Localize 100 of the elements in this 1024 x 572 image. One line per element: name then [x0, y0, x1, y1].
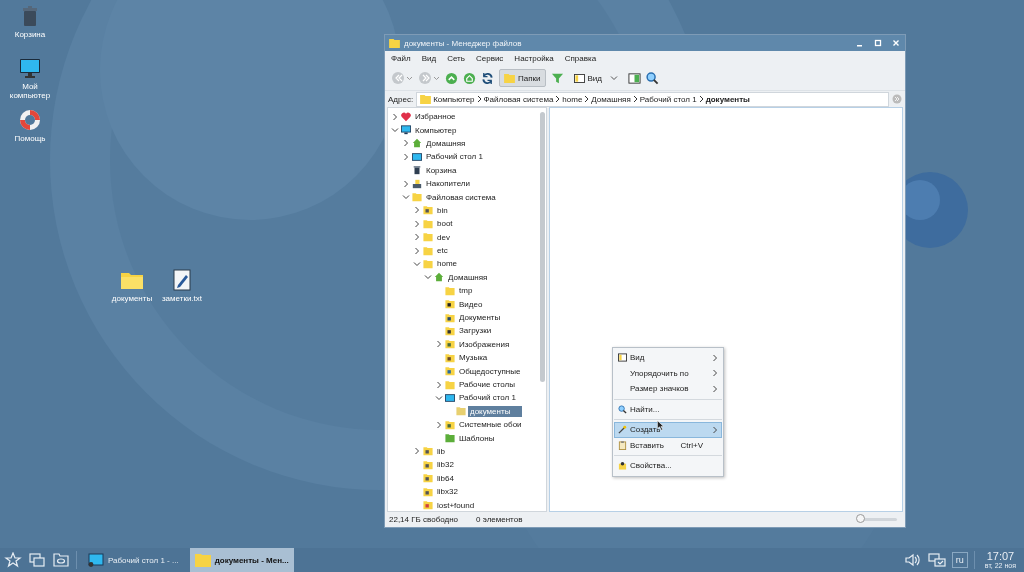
- view-icon: [573, 73, 585, 83]
- menu-item[interactable]: Размер значков: [614, 381, 722, 397]
- chevron-icon: [584, 95, 590, 103]
- path-segment[interactable]: Файловая система: [483, 94, 554, 104]
- path-segment[interactable]: документы: [705, 94, 750, 104]
- item-count-text: 0 элементов: [476, 515, 523, 524]
- folder-icon: [456, 406, 466, 417]
- close-icon[interactable]: [891, 38, 901, 48]
- path-segment[interactable]: Домашняя: [591, 94, 631, 104]
- house-icon: [412, 138, 422, 149]
- folder-eye-icon[interactable]: [52, 552, 70, 568]
- tree-item[interactable]: Компьютер: [413, 124, 459, 136]
- tree-item[interactable]: lib: [435, 445, 447, 457]
- tree-item[interactable]: libx32: [435, 486, 460, 498]
- search-button[interactable]: [646, 71, 659, 85]
- heart-icon: [401, 111, 411, 122]
- text-file-icon[interactable]: [170, 268, 194, 292]
- tree-item[interactable]: Избранное: [413, 111, 458, 123]
- tree-item[interactable]: Видео: [457, 298, 485, 310]
- taskbar-button[interactable]: документы - Мен...: [189, 548, 294, 572]
- folder-icon: [445, 339, 455, 350]
- language-indicator[interactable]: ru: [951, 552, 968, 568]
- tree-item[interactable]: lost+found: [435, 499, 477, 511]
- tree-item[interactable]: Рабочий стол 1: [424, 151, 485, 163]
- tree-item[interactable]: Рабочий стол 1: [457, 392, 518, 404]
- tree-item[interactable]: Музыка: [457, 352, 490, 364]
- tree-item[interactable]: документы: [468, 405, 523, 417]
- tree-item[interactable]: boot: [435, 218, 455, 230]
- menu-item[interactable]: Вставить Ctrl+V: [614, 437, 722, 453]
- tree-item[interactable]: lib32: [435, 459, 456, 471]
- menu-item[interactable]: Настройка: [514, 54, 554, 63]
- tree-item[interactable]: Корзина: [424, 164, 459, 176]
- up-button[interactable]: [445, 71, 458, 85]
- menu-item[interactable]: Создать: [614, 422, 722, 438]
- tree-item[interactable]: Накопители: [424, 178, 472, 190]
- tree-item[interactable]: home: [435, 258, 459, 270]
- folder-icon: [423, 459, 433, 470]
- folder-icon: [423, 486, 433, 497]
- menu-item[interactable]: Сеть: [447, 54, 465, 63]
- icon-label: Мой компьютер: [8, 82, 52, 101]
- path-segment[interactable]: Компьютер: [433, 94, 475, 104]
- folder-icon: [423, 259, 433, 269]
- folder-icon: [412, 192, 422, 203]
- folder-icon: [423, 500, 433, 510]
- tree-item[interactable]: tmp: [457, 285, 475, 297]
- tree-item[interactable]: Изображения: [457, 338, 512, 350]
- tree-item[interactable]: Домашняя: [446, 271, 490, 283]
- zoom-slider[interactable]: [856, 514, 865, 523]
- folders-button[interactable]: Папки: [499, 69, 546, 87]
- menu-item[interactable]: Вид: [614, 350, 722, 366]
- path-segment[interactable]: home: [562, 94, 583, 104]
- home-button[interactable]: [463, 71, 476, 85]
- volume-icon[interactable]: [903, 552, 922, 568]
- windows-icon[interactable]: [28, 552, 46, 568]
- tree-item[interactable]: Загрузки: [457, 325, 494, 337]
- folder-icon: [445, 352, 455, 363]
- tree-item[interactable]: etc: [435, 245, 450, 257]
- menu-item[interactable]: Вид: [421, 54, 437, 63]
- panel-button[interactable]: [628, 71, 641, 85]
- monitor-icon[interactable]: [18, 56, 42, 80]
- desktop-icon: [445, 392, 455, 403]
- clock-time[interactable]: 17:07: [986, 551, 1015, 562]
- tree-item[interactable]: bin: [435, 204, 450, 216]
- desktop-icon: [412, 151, 422, 162]
- tree-item[interactable]: Документы: [457, 312, 503, 324]
- properties-icon: [618, 461, 627, 471]
- chevron-icon: [698, 95, 704, 103]
- clear-icon[interactable]: [892, 94, 902, 104]
- filter-button[interactable]: [550, 71, 564, 85]
- folder-icon: [445, 433, 455, 444]
- menu-item[interactable]: Найти...: [614, 401, 722, 417]
- reload-button[interactable]: [481, 71, 494, 85]
- star-icon[interactable]: [4, 552, 22, 568]
- taskbar-button[interactable]: Рабочий стол 1 - ...: [83, 548, 184, 572]
- folder-icon: [445, 366, 455, 377]
- menu-item[interactable]: Файл: [391, 54, 411, 63]
- menu-item[interactable]: Свойства...: [614, 458, 722, 474]
- folder-icon: [420, 94, 432, 104]
- path-segment[interactable]: Рабочий стол 1: [639, 94, 697, 104]
- view-button[interactable]: Вид: [568, 69, 623, 87]
- lifebuoy-icon[interactable]: [18, 108, 42, 132]
- menu-item[interactable]: Упорядочить по: [614, 365, 722, 381]
- network-icon[interactable]: [927, 552, 946, 568]
- tree-item[interactable]: Файловая система: [424, 191, 498, 203]
- search-icon: [618, 404, 627, 414]
- folder-icon: [445, 379, 455, 390]
- tree-item[interactable]: dev: [435, 231, 452, 243]
- folder-icon: [445, 325, 455, 336]
- tree-item[interactable]: Рабочие столы: [457, 379, 517, 390]
- address-label: Адрес:: [388, 94, 414, 104]
- folder-icon: [423, 218, 433, 229]
- tree-item[interactable]: Домашняя: [424, 137, 468, 149]
- tree-item[interactable]: Шаблоны: [457, 432, 497, 444]
- tree-item[interactable]: lib64: [435, 472, 456, 484]
- tree-item[interactable]: Общедоступные: [457, 365, 523, 377]
- address-field[interactable]: Компьютер Файловая система home Домашняя Рабочий стол 1 документы: [416, 91, 889, 107]
- maximize-icon[interactable]: [873, 38, 883, 48]
- tree-item[interactable]: Системные обои: [457, 419, 524, 431]
- menu-item[interactable]: Справка: [564, 54, 597, 63]
- menu-item[interactable]: Сервис: [475, 54, 504, 63]
